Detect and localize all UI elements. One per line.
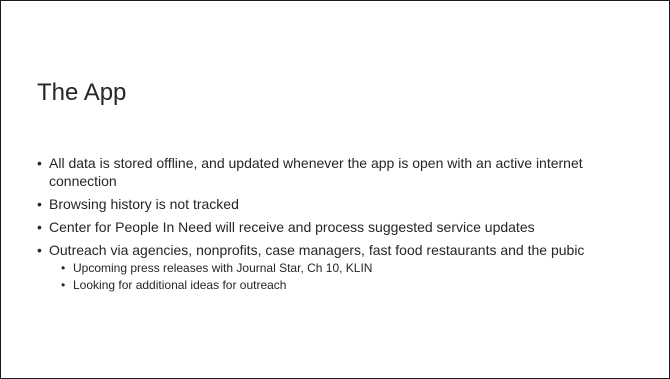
bullet-item: • Center for People In Need will receive… — [37, 218, 597, 236]
bullet-icon: • — [37, 155, 42, 171]
sub-bullet-text: Upcoming press releases with Journal Sta… — [73, 261, 373, 275]
bullet-item: • Browsing history is not tracked — [37, 195, 597, 213]
bullet-icon: • — [37, 196, 42, 212]
sub-bullet-item: • Upcoming press releases with Journal S… — [61, 261, 597, 276]
sub-bullet-item: • Looking for additional ideas for outre… — [61, 278, 597, 293]
slide-title: The App — [37, 79, 127, 106]
sub-bullet-icon: • — [61, 278, 66, 292]
sub-bullet-list: • Upcoming press releases with Journal S… — [49, 261, 597, 293]
bullet-text: Center for People In Need will receive a… — [49, 219, 535, 235]
bullet-item: • Outreach via agencies, nonprofits, cas… — [37, 241, 597, 293]
bullet-icon: • — [37, 219, 42, 235]
bullet-list: • All data is stored offline, and update… — [37, 154, 597, 298]
bullet-text: All data is stored offline, and updated … — [49, 155, 583, 189]
bullet-text: Outreach via agencies, nonprofits, case … — [49, 242, 585, 258]
sub-bullet-text: Looking for additional ideas for outreac… — [73, 278, 287, 292]
bullet-item: • All data is stored offline, and update… — [37, 154, 597, 190]
bullet-text: Browsing history is not tracked — [49, 196, 239, 212]
slide: The App • All data is stored offline, an… — [0, 0, 670, 379]
bullet-icon: • — [37, 242, 42, 258]
sub-bullet-icon: • — [61, 261, 66, 275]
